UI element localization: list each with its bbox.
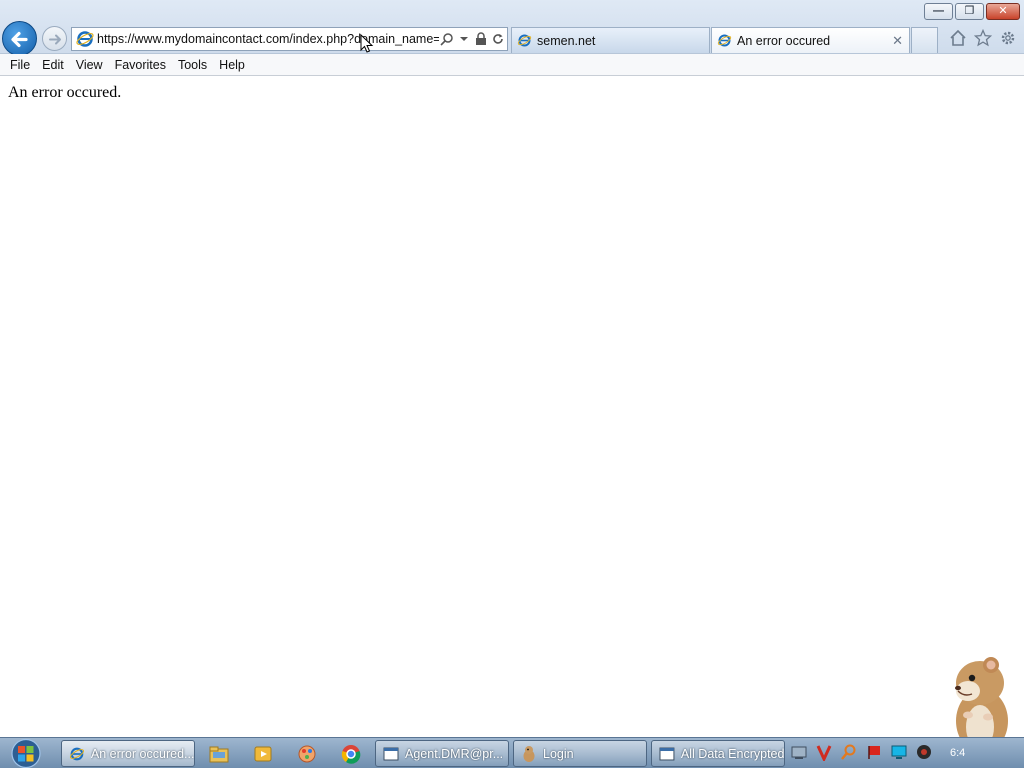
system-tray [790, 743, 933, 763]
page-content: An error occured. [0, 77, 1024, 737]
home-icon[interactable] [948, 27, 968, 49]
minimize-button[interactable]: — [924, 3, 953, 20]
search-tray-icon[interactable] [840, 743, 858, 761]
favorites-star-icon[interactable] [973, 27, 993, 49]
taskbar-button-label: Login [543, 746, 574, 761]
url-text[interactable]: https://www.mydomaincontact.com/index.ph… [95, 32, 439, 46]
taskbar-login-button[interactable]: Login [513, 740, 647, 767]
command-icons [948, 27, 1018, 49]
window-controls: — ❐ ✕ [924, 3, 1020, 20]
ie-icon [717, 34, 732, 47]
taskbar-button-label: Agent.DMR@pr... [405, 746, 504, 761]
taskbar-encrypted-button[interactable]: All Data Encrypted [651, 740, 785, 767]
paint-icon[interactable] [296, 743, 318, 765]
taskbar-button-label: All Data Encrypted [680, 746, 784, 761]
gear-icon[interactable] [998, 27, 1018, 49]
forward-arrow-icon [49, 34, 61, 45]
back-arrow-icon [11, 31, 28, 48]
monitor-icon[interactable] [890, 743, 908, 761]
menu-view[interactable]: View [70, 58, 109, 72]
start-button[interactable] [6, 738, 43, 768]
hamster-icon [523, 745, 535, 762]
chrome-icon[interactable] [340, 743, 362, 765]
close-icon: ✕ [998, 5, 1008, 17]
ie-icon [76, 31, 94, 47]
tab-label: semen.net [537, 33, 596, 48]
back-button[interactable] [2, 21, 37, 56]
ie-icon [517, 34, 532, 47]
error-message: An error occured. [8, 84, 122, 101]
ie-icon [69, 747, 84, 760]
window-icon [659, 747, 675, 760]
lock-icon[interactable] [473, 31, 489, 47]
taskbar-ie-button[interactable]: An error occured... [61, 740, 195, 767]
media-player-icon[interactable] [252, 743, 274, 765]
close-button[interactable]: ✕ [986, 3, 1020, 20]
menu-favorites[interactable]: Favorites [109, 58, 172, 72]
tab-close-icon[interactable]: ✕ [892, 33, 903, 49]
taskbar: An error occured... Agent.DMR@pr... Logi… [0, 737, 1024, 768]
dropdown-icon[interactable] [456, 31, 472, 47]
menu-help[interactable]: Help [213, 58, 251, 72]
speaker-icon[interactable] [915, 743, 933, 761]
window-icon [383, 747, 399, 760]
clock[interactable]: 6:4 [950, 747, 965, 759]
menu-file[interactable]: File [4, 58, 36, 72]
restore-icon: ❐ [964, 5, 975, 17]
menu-tools[interactable]: Tools [172, 58, 213, 72]
flag-icon[interactable] [865, 743, 883, 761]
search-icon[interactable] [439, 31, 455, 47]
taskbar-agent-button[interactable]: Agent.DMR@pr... [375, 740, 509, 767]
menu-bar: File Edit View Favorites Tools Help [0, 54, 1024, 76]
forward-button[interactable] [42, 26, 67, 51]
minimize-icon: — [933, 5, 944, 17]
tab-label: An error occured [737, 33, 831, 48]
explorer-icon[interactable] [208, 743, 230, 765]
refresh-icon[interactable] [490, 31, 506, 47]
network-icon[interactable] [790, 743, 808, 761]
menu-edit[interactable]: Edit [36, 58, 70, 72]
address-bar[interactable]: https://www.mydomaincontact.com/index.ph… [71, 27, 508, 51]
restore-button[interactable]: ❐ [955, 3, 984, 20]
new-tab-button[interactable] [911, 27, 938, 53]
taskbar-button-label: An error occured... [90, 746, 194, 761]
browser-toolbar: — ❐ ✕ https://www.mydomaincontact.com/in… [0, 0, 1024, 56]
mouse-cursor-icon [360, 34, 374, 53]
tab-error[interactable]: An error occured ✕ [711, 27, 910, 53]
tab-semen-net[interactable]: semen.net [511, 27, 710, 53]
v-icon[interactable] [815, 743, 833, 763]
